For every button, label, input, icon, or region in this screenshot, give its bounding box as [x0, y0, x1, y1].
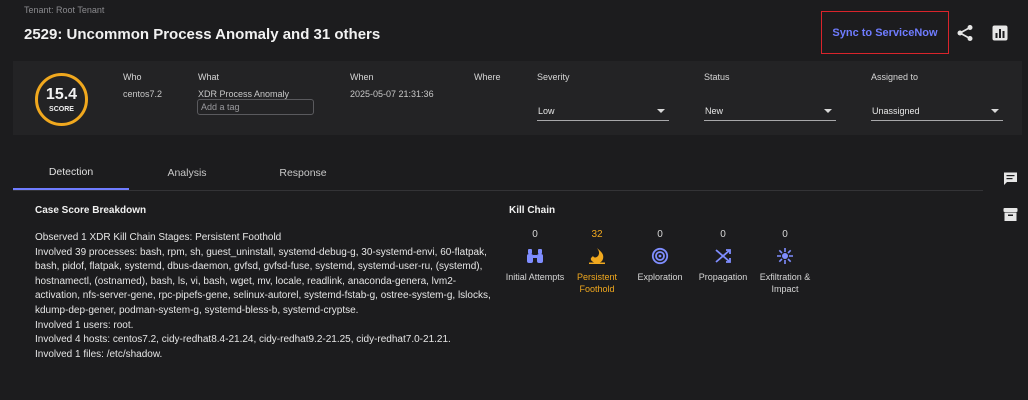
assigned-value: Unassigned — [872, 106, 920, 116]
explosion-icon — [777, 248, 793, 264]
kill-chain-stage-initial-attempts[interactable]: 0 Initial Attempts — [500, 229, 570, 283]
tab-bar: Detection Analysis Response — [13, 156, 983, 191]
assigned-label: Assigned to — [871, 72, 919, 82]
where-label: Where — [474, 72, 501, 82]
breakdown-line: Observed 1 XDR Kill Chain Stages: Persis… — [35, 232, 282, 243]
assigned-select[interactable]: Unassigned — [871, 101, 1003, 121]
stage-label: Exfiltration & Impact — [759, 272, 811, 294]
sync-to-servicenow-button[interactable]: Sync to ServiceNow — [821, 11, 949, 54]
stage-count: 32 — [591, 229, 603, 240]
stage-count: 0 — [657, 229, 663, 240]
who-value: centos7.2 — [123, 89, 163, 99]
kill-chain-stage-exfiltration-impact[interactable]: 0 Exfiltration & Impact — [750, 229, 820, 295]
when-label: When — [350, 72, 374, 82]
binoculars-icon — [527, 249, 543, 263]
stage-count: 0 — [782, 229, 788, 240]
kill-chain-stage-exploration[interactable]: 0 Exploration — [625, 229, 695, 283]
report-chart-icon[interactable] — [992, 25, 1008, 41]
tab-response[interactable]: Response — [245, 156, 361, 189]
target-icon — [651, 247, 669, 265]
tag-input[interactable] — [197, 99, 314, 115]
stage-label: Exploration — [637, 272, 683, 282]
tab-analysis[interactable]: Analysis — [129, 156, 245, 189]
status-value: New — [705, 106, 724, 116]
score-value: 15.4 — [45, 85, 78, 103]
who-label: Who — [123, 72, 142, 82]
stage-label: Initial Attempts — [505, 272, 565, 282]
kill-chain-stage-persistent-foothold[interactable]: 32 Persistent Foothold — [562, 229, 632, 295]
tab-detection[interactable]: Detection — [13, 156, 129, 190]
when-value: 2025-05-07 21:31:36 — [350, 89, 434, 99]
severity-select[interactable]: Low — [537, 101, 669, 121]
kill-chain-title: Kill Chain — [509, 205, 556, 216]
breakdown-line: Involved 39 processes: bash, rpm, sh, gu… — [35, 246, 491, 316]
share-icon[interactable] — [956, 24, 974, 42]
chevron-down-icon — [991, 109, 999, 113]
status-select[interactable]: New — [704, 101, 836, 121]
score-ring: 15.4 SCORE — [35, 73, 88, 126]
status-label: Status — [704, 72, 730, 82]
stage-count: 0 — [720, 229, 726, 240]
breakdown-line: Involved 1 files: /etc/shadow. — [35, 348, 163, 360]
page-title: 2529: Uncommon Process Anomaly and 31 ot… — [24, 26, 381, 43]
severity-value: Low — [538, 106, 555, 116]
what-value: XDR Process Anomaly — [198, 89, 290, 99]
stage-count: 0 — [532, 229, 538, 240]
archive-icon[interactable] — [1003, 207, 1018, 222]
what-label: What — [198, 72, 220, 82]
kill-chain-stage-propagation[interactable]: 0 Propagation — [688, 229, 758, 283]
severity-label: Severity — [537, 72, 570, 82]
breakdown-title: Case Score Breakdown — [35, 205, 147, 216]
breakdown-text: Observed 1 XDR Kill Chain Stages: Persis… — [35, 231, 493, 362]
breakdown-line: Involved 4 hosts: centos7.2, cidy-redhat… — [35, 334, 451, 346]
tenant-label: Tenant: Root Tenant — [24, 5, 105, 15]
stage-label: Propagation — [698, 272, 748, 282]
stage-label: Persistent Foothold — [576, 272, 618, 294]
propagation-icon — [715, 249, 731, 263]
breakdown-line: Involved 1 users: root. — [35, 319, 134, 331]
chevron-down-icon — [824, 109, 832, 113]
score-label: SCORE — [49, 105, 74, 113]
case-info-panel: 15.4 SCORE Who centos7.2 What XDR Proces… — [13, 61, 1022, 135]
chevron-down-icon — [657, 109, 665, 113]
foothold-icon — [589, 248, 605, 264]
comment-icon[interactable] — [1003, 171, 1018, 186]
